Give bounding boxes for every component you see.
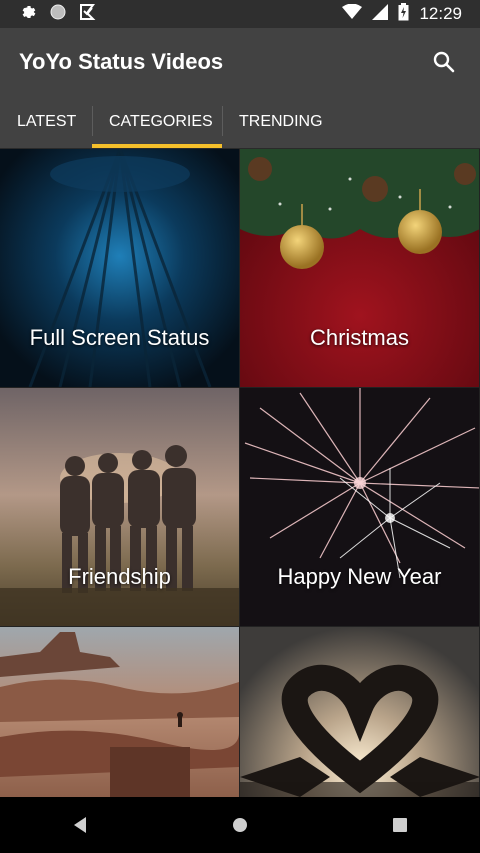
back-icon xyxy=(74,817,86,833)
download-icon xyxy=(78,3,96,26)
category-tile-full-screen-status[interactable]: Full Screen Status xyxy=(0,149,239,387)
wifi-icon xyxy=(342,3,363,25)
battery-icon xyxy=(398,2,409,26)
search-icon xyxy=(433,51,455,73)
recents-icon xyxy=(393,818,407,832)
tab-bar: LATEST CATEGORIES TRENDING xyxy=(0,96,480,149)
category-tile-christmas[interactable]: Christmas xyxy=(240,149,479,387)
category-label: Happy New Year xyxy=(277,564,442,589)
tile-image xyxy=(0,627,239,797)
tab-label: CATEGORIES xyxy=(109,113,213,130)
category-label: Friendship xyxy=(68,564,171,589)
category-label: Christmas xyxy=(309,325,409,350)
tab-latest[interactable]: LATEST xyxy=(0,96,92,148)
recents-button[interactable] xyxy=(370,797,430,853)
app-title: YoYo Status Videos xyxy=(19,49,224,74)
tile-image xyxy=(240,388,479,626)
search-button[interactable] xyxy=(428,46,460,78)
signal-icon xyxy=(372,3,389,25)
tab-categories[interactable]: CATEGORIES xyxy=(92,96,222,148)
tile-image xyxy=(240,149,479,387)
category-tile-happy-new-year[interactable]: Happy New Year xyxy=(240,388,479,626)
clock: 12:29 xyxy=(419,4,462,23)
tab-trending[interactable]: TRENDING xyxy=(222,96,340,148)
gear-icon xyxy=(20,3,38,26)
circle-icon xyxy=(50,4,66,25)
home-icon xyxy=(233,818,247,832)
tile-image xyxy=(0,388,239,626)
app-bar: YoYo Status Videos xyxy=(0,28,480,96)
category-grid: Full Screen Status Christmas Friendship … xyxy=(0,149,480,797)
tile-image xyxy=(0,149,239,387)
category-tile-6[interactable] xyxy=(240,627,479,797)
category-tile-5[interactable] xyxy=(0,627,239,797)
tile-image xyxy=(240,627,479,797)
category-label: Full Screen Status xyxy=(29,325,210,350)
system-nav-bar xyxy=(0,797,480,853)
category-tile-friendship[interactable]: Friendship xyxy=(0,388,239,626)
back-button[interactable] xyxy=(50,797,110,853)
status-bar: 12:29 xyxy=(0,0,480,28)
home-button[interactable] xyxy=(210,797,270,853)
tab-label: LATEST xyxy=(17,113,77,130)
tab-label: TRENDING xyxy=(239,113,323,130)
